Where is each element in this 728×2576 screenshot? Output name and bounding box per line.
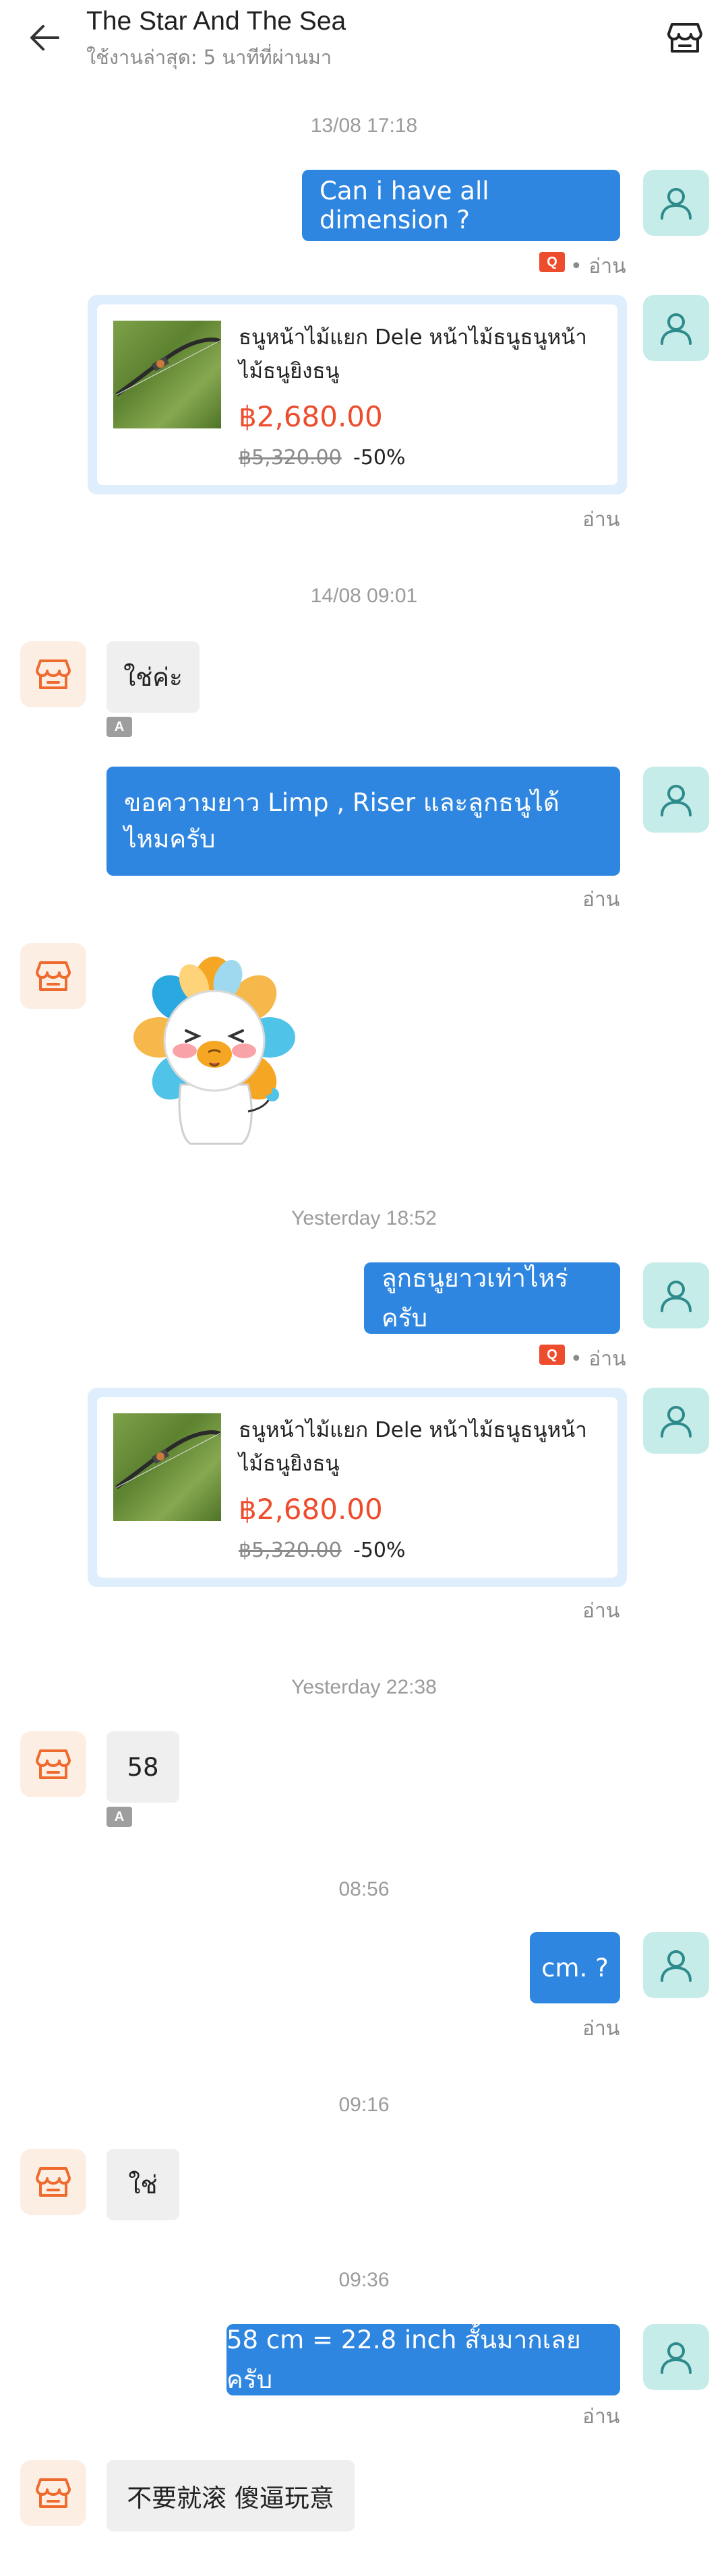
timestamp: 08:56 [338,1878,390,1900]
shop-avatar [20,1731,86,1797]
message-incoming[interactable]: ใช่ค่ะ [107,641,200,713]
read-status: อ่าน [582,2405,620,2428]
read-status: อ่าน [582,2017,620,2040]
lion-sticker-picture [133,957,295,1145]
message-incoming[interactable]: 不要就滚 傻逼玩意 [107,2460,355,2532]
message-outgoing[interactable]: ขอความยาว Limp , Riser และลูกธนูได้ไหมคร… [107,767,620,876]
timestamp: 14/08 09:01 [310,585,418,607]
shop-icon [36,1749,71,1779]
user-icon [661,1281,692,1312]
read-status: • อ่าน [570,255,626,278]
q-badge: Q [539,1345,565,1365]
message-text: ใช่ค่ะ [123,662,183,692]
message-text: ลูกธนูยาวเท่าไหร่ครับ [382,1264,568,1332]
shop-icon [36,2167,71,2197]
bow-picture [115,337,221,397]
shop-name[interactable]: The Star And The Sea [86,7,346,36]
message-outgoing[interactable]: ลูกธนูยาวเท่าไหร่ครับ [364,1262,620,1334]
shop-avatar [20,943,86,1009]
user-icon [661,2342,692,2374]
shop-icon [36,659,71,689]
timestamp: Yesterday 22:38 [291,1676,437,1698]
user-icon [661,1950,692,1982]
product-name: ธนูหน้าไม้แยก Dele หน้าไม้ธนูธนูหน้าไม้ธ… [239,325,587,383]
product-card-body: ธนูหน้าไม้แยก Dele หน้าไม้ธนูธนูหน้าไม้ธ… [97,304,617,485]
shop-icon [667,23,702,53]
product-discount: -50% [353,1539,406,1562]
a-badge: A [107,1807,132,1827]
product-name: ธนูหน้าไม้แยก Dele หน้าไม้ธนูธนูหน้าไม้ธ… [239,1418,587,1476]
timestamp: 09:16 [338,2094,390,2116]
user-avatar [643,170,709,236]
read-status: • อ่าน [570,1347,626,1371]
shop-avatar [20,641,86,707]
shop-avatar [20,2149,86,2215]
user-avatar [643,2324,709,2390]
message-outgoing[interactable]: cm. ? [530,1932,620,2003]
read-status: อ่าน [582,888,620,911]
message-outgoing[interactable]: Can i have all dimension ? [302,170,620,241]
shop-avatar [20,2460,86,2526]
bow-picture [115,1430,221,1489]
user-icon [661,188,692,220]
read-status: อ่าน [582,1599,620,1623]
user-avatar [643,1932,709,1998]
product-price: ฿2,680.00 [239,1493,383,1526]
timestamp: 09:36 [338,2269,390,2291]
message-outgoing[interactable]: 58 cm = 22.8 inch สั้นมากเลยครับ [226,2324,620,2395]
lion-sticker[interactable] [113,957,315,1145]
product-card[interactable]: ธนูหน้าไม้แยก Dele หน้าไม้ธนูธนูหน้าไม้ธ… [88,295,627,494]
chat-header: The Star And The Sea ใช้งานล่าสุด: 5 นาท… [0,0,728,75]
back-button[interactable] [24,18,65,58]
message-incoming[interactable]: ใช่ [107,2149,179,2220]
product-card[interactable]: ธนูหน้าไม้แยก Dele หน้าไม้ธนูธนูหน้าไม้ธ… [88,1388,627,1587]
message-text: 58 cm = 22.8 inch สั้นมากเลยครับ [226,2325,581,2394]
read-status: อ่าน [582,508,620,532]
product-discount: -50% [353,446,406,470]
user-icon [661,1406,692,1438]
product-original-price: ฿5,320.00 [239,446,342,470]
user-avatar [643,1388,709,1454]
product-image [113,321,221,428]
message-text: ใช่ [128,2170,158,2199]
q-badge: Q [539,252,565,272]
timestamp: Yesterday 18:52 [291,1207,437,1229]
shop-icon [36,2478,71,2508]
message-text: cm. ? [541,1953,609,1983]
shop-icon [36,961,71,991]
timestamp: 13/08 17:18 [310,115,418,137]
back-arrow-icon [30,25,59,51]
user-icon [661,313,692,345]
a-badge: A [107,717,132,737]
user-avatar [643,1262,709,1328]
product-image [113,1413,221,1521]
product-original-price: ฿5,320.00 [239,1539,342,1562]
user-avatar [643,295,709,361]
product-price: ฿2,680.00 [239,400,383,433]
shop-button[interactable] [666,19,704,57]
message-text: ขอความยาว Limp , Riser และลูกธนูได้ไหมคร… [124,788,559,854]
last-active-status: ใช้งานล่าสุด: 5 นาทีที่ผ่านมา [86,46,332,69]
product-card-body: ธนูหน้าไม้แยก Dele หน้าไม้ธนูธนูหน้าไม้ธ… [97,1397,617,1578]
user-icon [661,785,692,816]
message-text: 58 [127,1752,159,1782]
user-avatar [643,767,709,833]
message-text: 不要就滚 傻逼玩意 [127,2484,334,2513]
message-text: Can i have all dimension ? [320,176,489,234]
message-incoming[interactable]: 58 [107,1731,179,1803]
